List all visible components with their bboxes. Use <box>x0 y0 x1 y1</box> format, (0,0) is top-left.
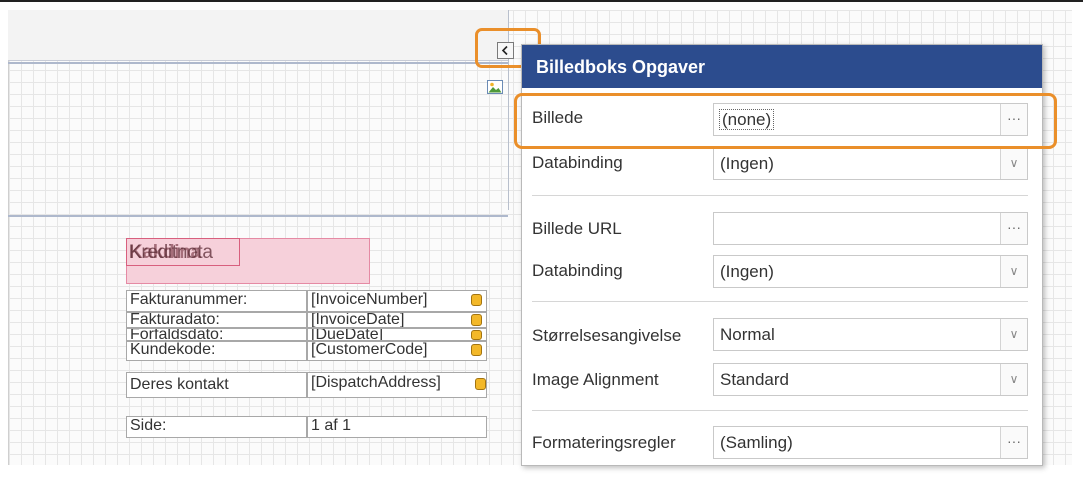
report-title-text: Kreditnota <box>129 242 213 263</box>
field-value-cell[interactable]: [InvoiceNumber] <box>307 290 487 312</box>
image-url-browse-button[interactable]: ··· <box>1000 213 1027 244</box>
band-separator <box>8 62 508 64</box>
page-value-cell[interactable]: 1 af 1 <box>307 416 487 438</box>
image-alignment-dropdown[interactable]: Standard ∨ <box>713 363 1028 396</box>
chevron-down-icon[interactable]: ∨ <box>1000 148 1027 179</box>
formatting-rules-value: (Samling) <box>720 433 793 452</box>
size-mode-value: Normal <box>720 325 775 344</box>
field-label-cell[interactable]: Kundekode: <box>126 341 307 361</box>
section-divider <box>532 301 1028 302</box>
image-alignment-value: Standard <box>720 370 789 389</box>
field-value-cell[interactable]: [DispatchAddress] <box>307 372 487 398</box>
databinding-dropdown[interactable]: (Ingen) ∨ <box>713 147 1028 180</box>
chevron-down-icon[interactable]: ∨ <box>1000 256 1027 287</box>
url-databinding-dropdown[interactable]: (Ingen) ∨ <box>713 255 1028 288</box>
image-url-label: Billede URL <box>532 219 622 238</box>
database-icon <box>471 294 482 306</box>
url-databinding-label: Databinding <box>532 261 623 280</box>
picture-icon <box>487 80 503 94</box>
databinding-value: (Ingen) <box>720 154 774 173</box>
field-label-cell[interactable]: Fakturadato: <box>126 312 307 328</box>
field-value-cell[interactable]: [DueDate] <box>307 328 487 341</box>
field-label-cell[interactable]: Fakturanummer: <box>126 290 307 312</box>
section-divider <box>532 410 1028 411</box>
section-divider <box>532 195 1028 196</box>
page-label-cell[interactable]: Side: <box>126 416 307 438</box>
size-mode-label: Størrelsesangivelse <box>532 326 682 345</box>
chevron-down-icon[interactable]: ∨ <box>1000 364 1027 395</box>
databinding-label: Databinding <box>532 153 623 172</box>
field-value-cell[interactable]: [InvoiceDate] <box>307 312 487 328</box>
size-mode-dropdown[interactable]: Normal ∨ <box>713 318 1028 351</box>
formatting-rules-field[interactable]: (Samling) ··· <box>713 426 1028 459</box>
field-label-cell[interactable]: Deres kontakt <box>126 372 307 398</box>
callout-highlight-image-row <box>514 93 1057 149</box>
database-icon <box>471 330 482 340</box>
url-databinding-value: (Ingen) <box>720 262 774 281</box>
formatting-rules-browse-button[interactable]: ··· <box>1000 427 1027 458</box>
field-label-cell[interactable]: Forfaldsdato: <box>126 328 307 341</box>
database-icon <box>471 314 482 326</box>
image-alignment-label: Image Alignment <box>532 370 659 389</box>
database-icon <box>475 378 486 390</box>
formatting-rules-label: Formateringsregler <box>532 433 676 452</box>
panel-title: Billedboks Opgaver <box>522 45 1042 88</box>
database-icon <box>471 344 482 356</box>
image-url-field[interactable]: ··· <box>713 212 1028 245</box>
field-value-cell[interactable]: [CustomerCode] <box>307 341 487 361</box>
report-header-band[interactable] <box>8 10 508 61</box>
chevron-down-icon[interactable]: ∨ <box>1000 319 1027 350</box>
band-separator <box>8 215 508 217</box>
